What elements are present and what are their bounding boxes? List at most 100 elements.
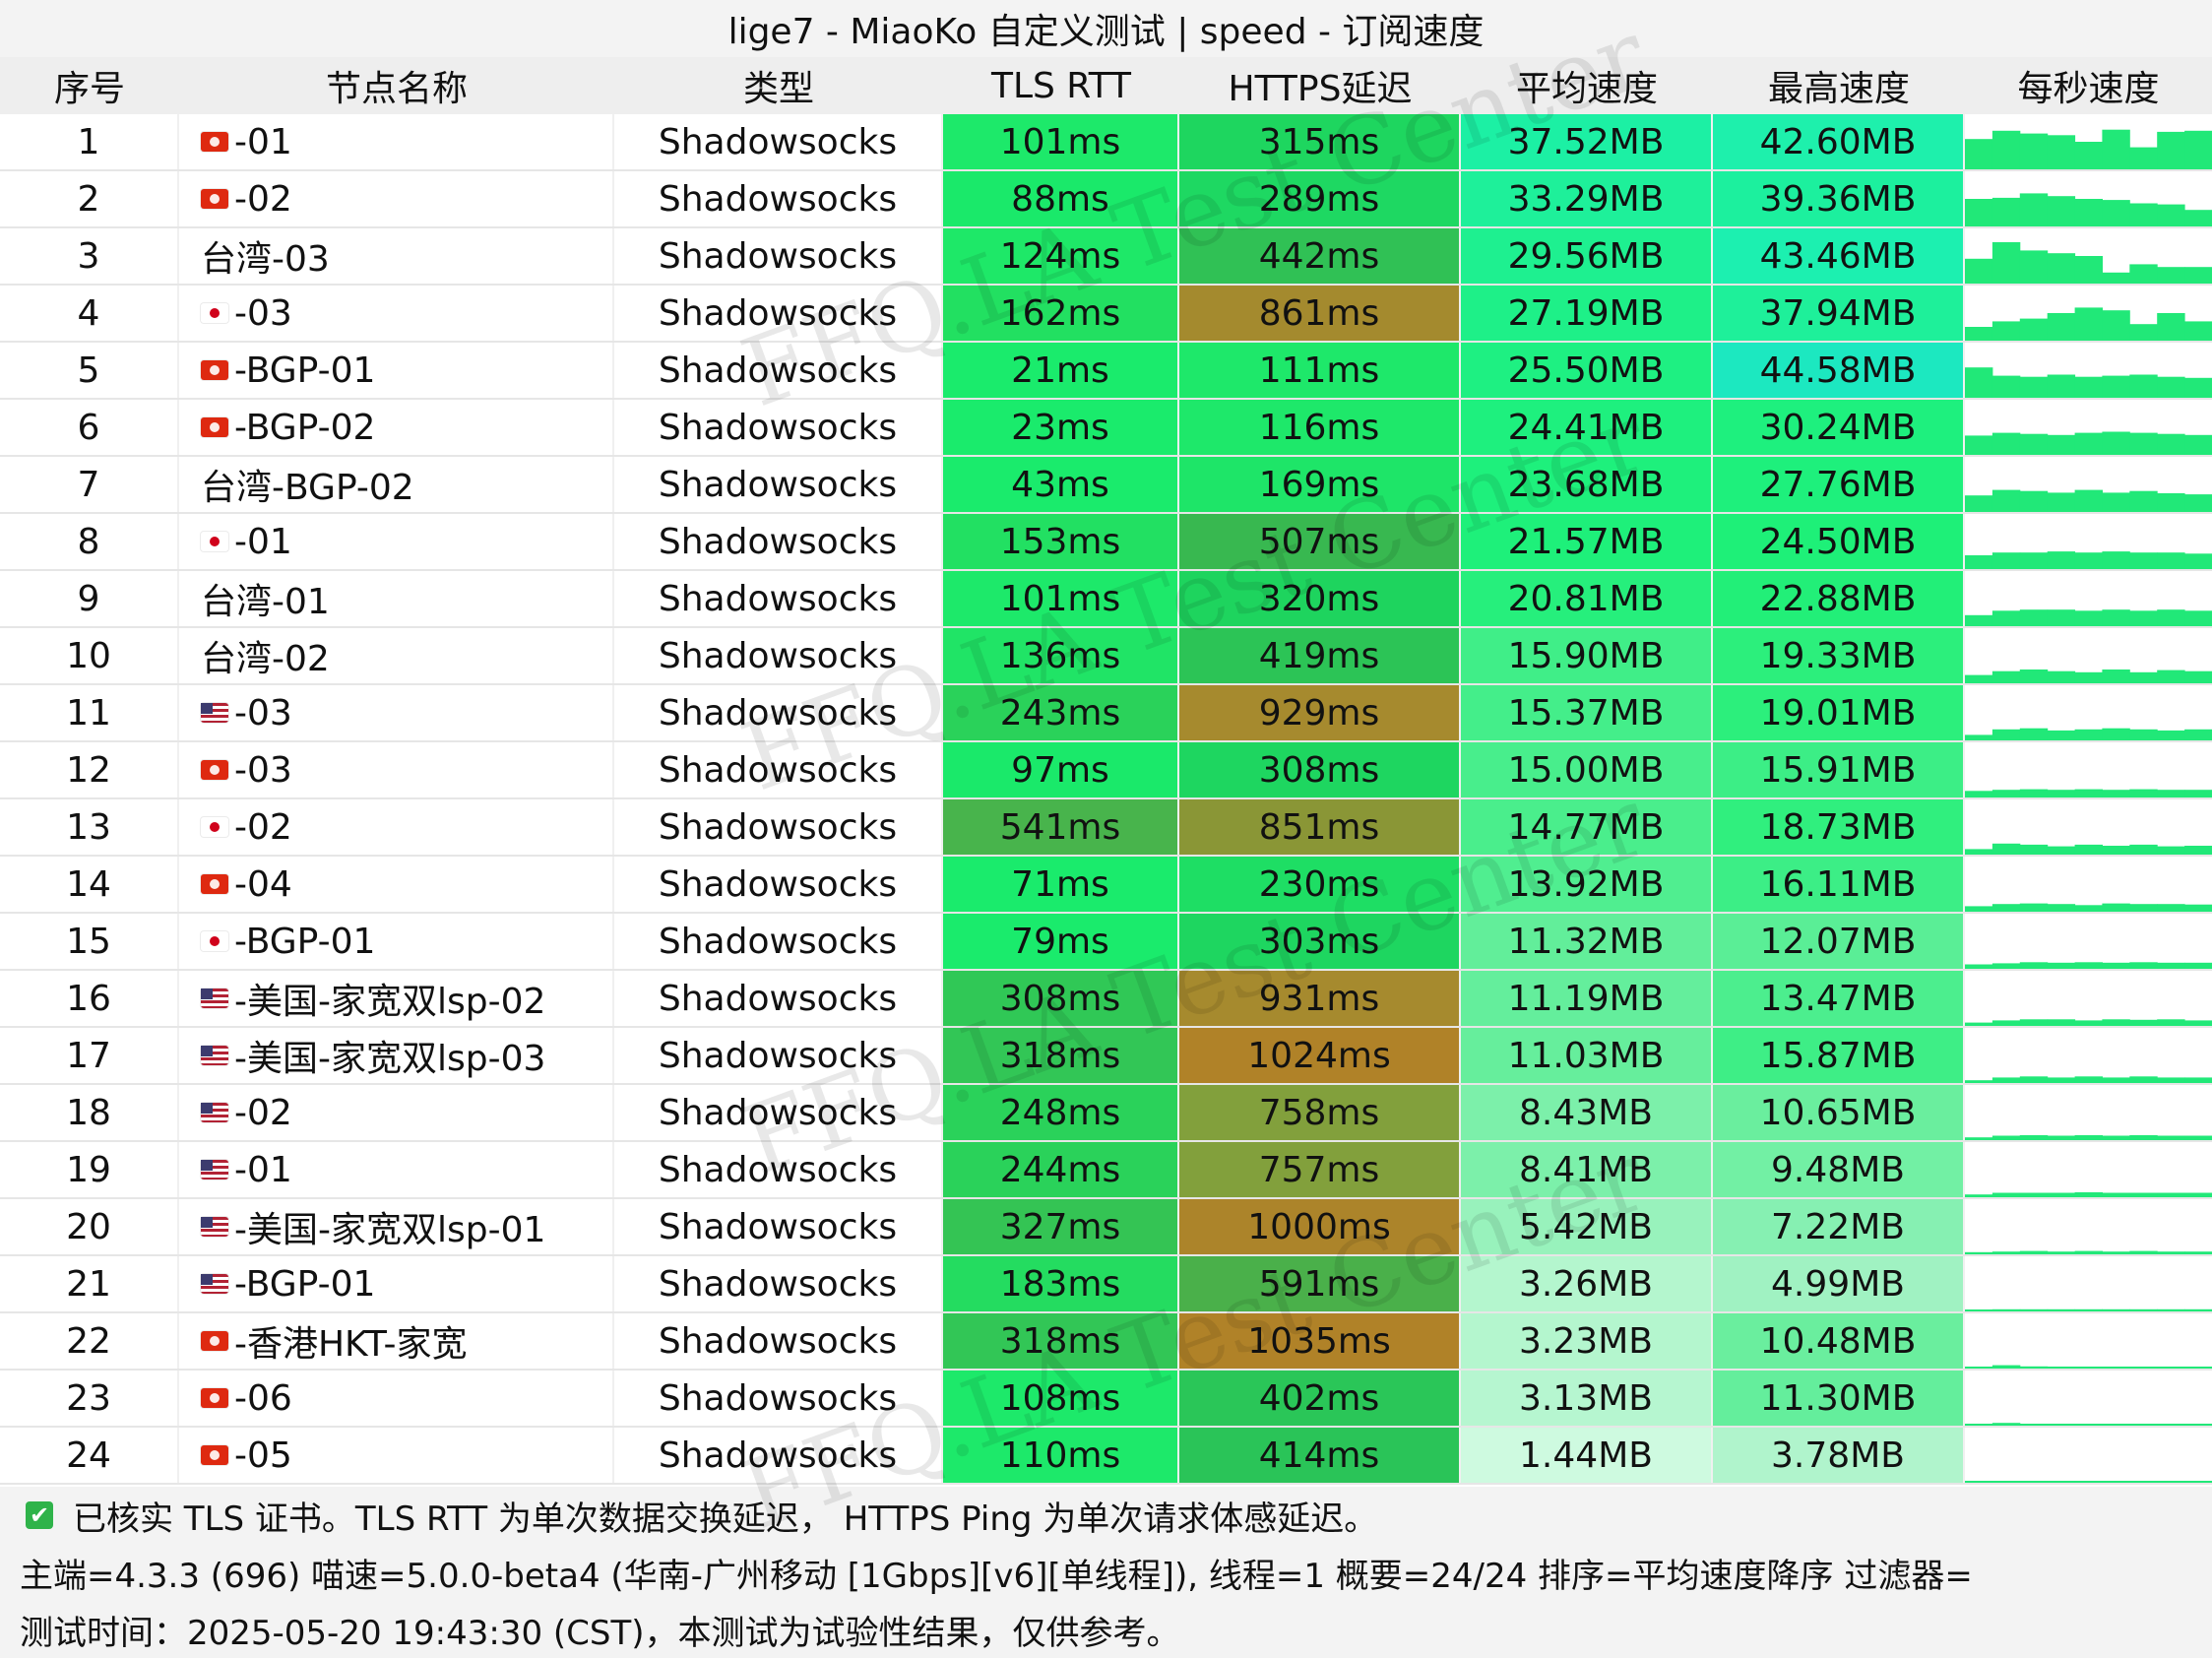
https-latency-cell: 289ms — [1179, 171, 1461, 226]
test-time-text: 测试时间：2025-05-20 19:43:30 (CST)，本测试为试验性结果… — [20, 1613, 1180, 1653]
column-header-avg-speed: 平均速度 — [1515, 69, 1658, 109]
sparkline-bar — [1965, 1309, 1993, 1311]
speed-sparkline — [1965, 685, 2212, 742]
node-name-text: 台湾-03 — [201, 239, 330, 280]
node-name-cell: -03 — [179, 685, 614, 740]
sparkline-bar — [2019, 1250, 2049, 1254]
table-row: 10 台湾-02 Shadowsocks 136ms 419ms 15.90MB 19.33… — [0, 628, 2212, 685]
sparkline-bar — [1991, 321, 2021, 341]
tls-rtt-cell: 79ms — [943, 914, 1179, 969]
tls-rtt-cell: 162ms — [943, 286, 1179, 341]
sparkline-bar — [2074, 789, 2103, 797]
sparkline-bar — [1965, 906, 1993, 912]
sparkline-bar — [2102, 903, 2130, 912]
sparkline-bar — [2047, 904, 2076, 912]
sparkline-bar — [2019, 433, 2049, 455]
max-speed-cell: 43.46MB — [1713, 228, 1965, 284]
max-speed-cell: 44.58MB — [1713, 343, 1965, 398]
sparkline-bar — [2019, 318, 2049, 341]
column-header-per-second-speed: 每秒速度 — [2017, 69, 2160, 109]
max-speed-cell: 27.76MB — [1713, 457, 1965, 512]
tls-rtt-cell: 108ms — [943, 1371, 1179, 1426]
sparkline-bar — [2047, 1019, 2076, 1026]
sparkline-bar — [2047, 551, 2076, 569]
speed-sparkline — [1965, 1256, 2212, 1313]
type-cell: Shadowsocks — [614, 171, 943, 226]
sparkline-bar — [2102, 1192, 2130, 1197]
jp-flag-icon — [201, 303, 228, 323]
sparkline-bar — [2157, 1192, 2185, 1197]
avg-speed-cell: 20.81MB — [1461, 571, 1713, 626]
sparkline-bar — [2102, 609, 2130, 626]
table-row: 7 台湾-BGP-02 Shadowsocks 43ms 169ms 23.68MB 27.… — [0, 457, 2212, 514]
sparkline-bar — [2047, 962, 2076, 969]
sparkline-bar — [2047, 730, 2076, 740]
node-name-text: 台湾-BGP-02 — [201, 468, 414, 508]
sparkline-bar — [2102, 1308, 2130, 1311]
test-time: 测试时间：2025-05-20 19:43:30 (CST)，本测试为试验性结果… — [0, 1601, 2212, 1658]
sparkline-bar — [2157, 670, 2185, 683]
https-latency-cell: 116ms — [1179, 400, 1461, 455]
https-latency-cell: 929ms — [1179, 685, 1461, 740]
sparkline-bar — [2102, 375, 2130, 398]
node-name-cell: 台湾-02 — [179, 628, 614, 683]
sparkline-bar — [2157, 1367, 2185, 1369]
tls-rtt-cell: 318ms — [943, 1313, 1179, 1369]
sparkline-bar — [2047, 1077, 2076, 1083]
sparkline-bar — [2019, 552, 2049, 569]
node-name-text: -美国-家宽双lsp-02 — [234, 982, 546, 1022]
index-cell: 4 — [0, 286, 179, 341]
hk-flag-icon — [201, 1445, 228, 1465]
node-name-text: -04 — [234, 863, 292, 905]
type-cell: Shadowsocks — [614, 571, 943, 626]
node-name-cell: -02 — [179, 799, 614, 855]
sparkline-bar — [1965, 555, 1993, 569]
type-cell: Shadowsocks — [614, 514, 943, 569]
sparkline-bar — [2129, 844, 2158, 855]
index-cell: 5 — [0, 343, 179, 398]
table-row: 13 -02 Shadowsocks 541ms 851ms 14.77MB 18.73MB — [0, 799, 2212, 857]
max-speed-cell: 16.11MB — [1713, 857, 1965, 912]
avg-speed-cell: 27.19MB — [1461, 286, 1713, 341]
sparkline-bar — [2129, 490, 2158, 512]
check-icon: ✔ — [26, 1501, 53, 1529]
sparkline-bar — [2129, 962, 2158, 969]
table-row: 2 -02 Shadowsocks 88ms 289ms 33.29MB 39.36MB — [0, 171, 2212, 228]
max-speed-cell: 42.60MB — [1713, 114, 1965, 169]
sparkline-bar — [2129, 1308, 2158, 1311]
type-cell: Shadowsocks — [614, 400, 943, 455]
speed-sparkline — [1965, 1428, 2212, 1485]
sparkline-bar — [2019, 1366, 2049, 1369]
sparkline-bar — [2102, 129, 2130, 169]
node-name-text: -01 — [234, 521, 292, 562]
sparkline-bar — [2047, 135, 2076, 169]
table-row: 17 -美国-家宽双lsp-03 Shadowsocks 318ms 1024ms 11.… — [0, 1028, 2212, 1085]
table-row: 21 -BGP-01 Shadowsocks 183ms 591ms 3.26MB 4.99… — [0, 1256, 2212, 1313]
us-flag-icon — [201, 1274, 228, 1294]
node-name-cell: -BGP-01 — [179, 343, 614, 398]
sparkline-bar — [2047, 846, 2076, 855]
speed-sparkline — [1965, 114, 2212, 171]
node-name-cell: -美国-家宽双lsp-03 — [179, 1028, 614, 1083]
sparkline-bar — [2129, 904, 2158, 912]
max-speed-cell: 12.07MB — [1713, 914, 1965, 969]
sparkline-bar — [2157, 1308, 2185, 1311]
hk-flag-icon — [201, 417, 228, 437]
sparkline-bar — [2019, 609, 2049, 626]
sparkline-bar — [2074, 552, 2103, 569]
index-cell: 15 — [0, 914, 179, 969]
sparkline-bar — [2047, 670, 2076, 683]
index-cell: 19 — [0, 1142, 179, 1197]
speed-sparkline — [1965, 228, 2212, 286]
sparkline-bar — [2102, 492, 2130, 512]
sparkline-bar — [2074, 1481, 2103, 1483]
sparkline-bar — [1965, 1080, 1993, 1083]
sparkline-bar — [2102, 200, 2130, 226]
node-name-text: -02 — [234, 1092, 292, 1133]
window-title: lige7 - MiaoKo 自定义测试 | speed - 订阅速度 — [0, 0, 2212, 58]
sparkline-bar — [2129, 1250, 2158, 1254]
sparkline-bar — [2047, 374, 2076, 398]
type-cell: Shadowsocks — [614, 799, 943, 855]
speed-sparkline — [1965, 1028, 2212, 1085]
node-name-text: -01 — [234, 121, 292, 162]
